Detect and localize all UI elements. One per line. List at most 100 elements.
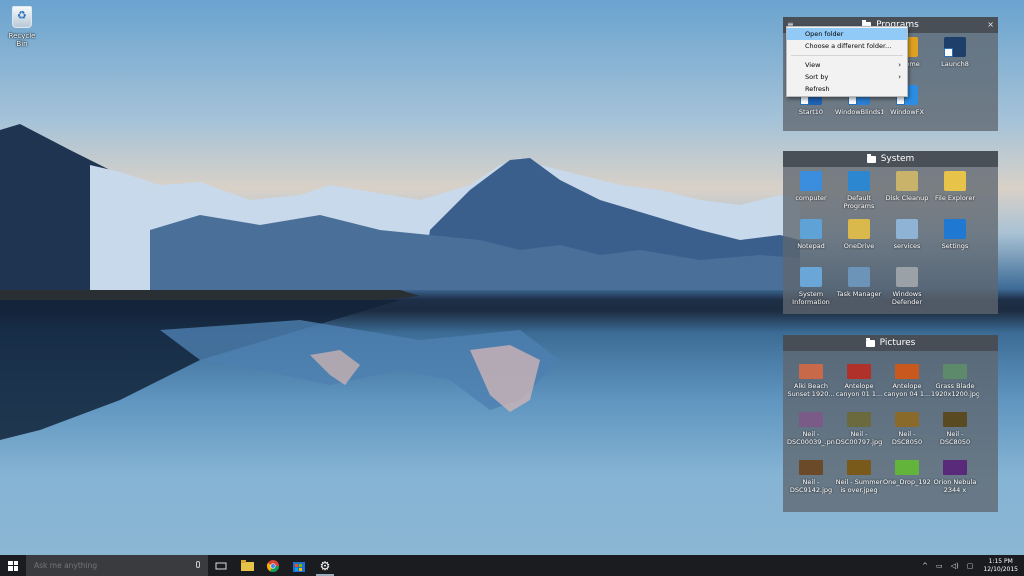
menu-item-open-folder[interactable]: Open folder bbox=[787, 28, 907, 40]
item-label: Neil - Summer is over.jpeg bbox=[835, 478, 883, 494]
system-fence-title: System bbox=[880, 154, 915, 164]
system-fence-title-bar[interactable]: System bbox=[783, 151, 998, 167]
file-explorer-button[interactable] bbox=[234, 555, 260, 576]
pictures-item-neil-summer-is-over-jpeg[interactable]: Neil - Summer is over.jpeg bbox=[835, 453, 883, 501]
item-label: Settings bbox=[941, 242, 969, 250]
start-button[interactable] bbox=[0, 555, 26, 576]
image-thumbnail-icon bbox=[895, 364, 919, 379]
pictures-item-neil-dsc9142-jpg[interactable]: Neil - DSC9142.jpg bbox=[787, 453, 835, 501]
item-label: Neil - DSC8050 2560x1600.jpg bbox=[939, 430, 971, 446]
system-tray: ^ ▭ ◁) ▢ 1:15 PM 12/10/2015 bbox=[918, 555, 1024, 576]
pictures-item-orion-nebula-2344-x-1600-jpeg[interactable]: Orion Nebula 2344 x 1600.jpeg bbox=[931, 453, 979, 501]
task-manager-icon bbox=[848, 267, 870, 287]
task-view-button[interactable] bbox=[208, 555, 234, 576]
item-label: Start10 bbox=[798, 108, 824, 116]
computer-icon bbox=[800, 171, 822, 191]
item-label: Neil - DSC9142.jpg bbox=[789, 478, 833, 494]
menu-item-view[interactable]: View › bbox=[787, 59, 907, 71]
item-label: Orion Nebula 2344 x 1600.jpeg bbox=[933, 478, 977, 494]
store-button[interactable] bbox=[286, 555, 312, 576]
pictures-item-antelope-canyon-04-1[interactable]: Antelope canyon 04 1... bbox=[883, 357, 931, 405]
image-thumbnail-icon bbox=[847, 412, 871, 427]
item-label: Launch8 bbox=[941, 60, 969, 68]
store-icon bbox=[293, 561, 305, 572]
task-view-icon bbox=[215, 562, 227, 569]
pictures-item-neil-dsc8050-2560x1600-jpg[interactable]: Neil - DSC8050 2560x1600.jpg bbox=[931, 405, 979, 453]
item-label: Windows Defender bbox=[891, 290, 923, 306]
system-fence: System computer Default Programs Disk Clea… bbox=[783, 151, 998, 314]
system-item-task-manager[interactable]: Task Manager bbox=[835, 263, 883, 311]
services-icon bbox=[896, 219, 918, 239]
image-thumbnail-icon bbox=[895, 412, 919, 427]
item-label: Neil - DSC8050 1280x800.jpg bbox=[891, 430, 923, 446]
pictures-item-neil-dsc00039-png[interactable]: Neil - DSC00039_.png bbox=[787, 405, 835, 453]
menu-item-choose-a-different-folder[interactable]: Choose a different folder... bbox=[787, 40, 907, 52]
microphone-icon[interactable] bbox=[196, 561, 200, 568]
close-icon[interactable]: × bbox=[987, 20, 994, 29]
pictures-item-one-drop-192[interactable]: One_Drop_192... bbox=[883, 453, 931, 501]
clock-date: 12/10/2015 bbox=[983, 565, 1018, 573]
menu-item-refresh[interactable]: Refresh bbox=[787, 83, 907, 95]
cortana-search-box[interactable] bbox=[26, 555, 208, 576]
clock[interactable]: 1:15 PM 12/10/2015 bbox=[983, 558, 1018, 574]
network-icon[interactable]: ▭ bbox=[936, 562, 943, 570]
settings-icon: ⚙ bbox=[319, 558, 331, 573]
system-item-settings[interactable]: Settings bbox=[931, 215, 979, 263]
menu-item-label: Sort by bbox=[805, 73, 829, 81]
system-grid: computer Default Programs Disk Cleanup File… bbox=[783, 167, 998, 311]
recycle-bin-desktop-icon[interactable]: Recycle Bin bbox=[2, 6, 42, 48]
system-item-default-programs[interactable]: Default Programs bbox=[835, 167, 883, 215]
system-item-onedrive[interactable]: OneDrive bbox=[835, 215, 883, 263]
item-label: Antelope canyon 01 1... bbox=[835, 382, 883, 398]
system-item-notepad[interactable]: Notepad bbox=[787, 215, 835, 263]
item-label: Grass Blade 1920x1200.jpg bbox=[931, 382, 979, 398]
item-label: Disk Cleanup bbox=[885, 194, 929, 202]
tray-overflow-icon[interactable]: ^ bbox=[922, 562, 928, 570]
menu-item-label: View bbox=[805, 61, 821, 69]
system-item-system-information[interactable]: System Information bbox=[787, 263, 835, 311]
default-programs-icon bbox=[848, 171, 870, 191]
image-thumbnail-icon bbox=[943, 460, 967, 475]
system-information-icon bbox=[800, 267, 822, 287]
item-label: System Information bbox=[792, 290, 830, 306]
image-thumbnail-icon bbox=[943, 412, 967, 427]
item-label: WindowFX bbox=[890, 108, 924, 116]
system-item-windows-defender[interactable]: Windows Defender bbox=[883, 263, 931, 311]
system-item-disk-cleanup[interactable]: Disk Cleanup bbox=[883, 167, 931, 215]
image-thumbnail-icon bbox=[799, 364, 823, 379]
system-item-computer[interactable]: computer bbox=[787, 167, 835, 215]
search-input[interactable] bbox=[34, 561, 184, 570]
item-label: Notepad bbox=[797, 242, 825, 250]
chrome-button[interactable] bbox=[260, 555, 286, 576]
system-item-file-explorer[interactable]: File Explorer bbox=[931, 167, 979, 215]
pictures-item-neil-dsc8050-1280x800-jpg[interactable]: Neil - DSC8050 1280x800.jpg bbox=[883, 405, 931, 453]
item-label: File Explorer bbox=[934, 194, 975, 202]
pictures-fence-title: Pictures bbox=[879, 338, 916, 348]
item-label: One_Drop_192... bbox=[883, 478, 931, 486]
pictures-item-neil-dsc00797-jpg[interactable]: Neil - DSC00797.jpg bbox=[835, 405, 883, 453]
pictures-item-antelope-canyon-01-1[interactable]: Antelope canyon 01 1... bbox=[835, 357, 883, 405]
menu-item-label: Open folder bbox=[805, 30, 844, 38]
pictures-grid: Alki Beach Sunset 1920... Antelope canyon… bbox=[783, 351, 998, 501]
file-explorer-icon bbox=[944, 171, 966, 191]
menu-item-sort-by[interactable]: Sort by › bbox=[787, 71, 907, 83]
item-label: WindowBlinds10 bbox=[835, 108, 883, 116]
programs-item-launch8[interactable]: Launch8 bbox=[931, 33, 979, 81]
taskbar: ⚙ ^ ▭ ◁) ▢ 1:15 PM 12/10/2015 bbox=[0, 555, 1024, 576]
pictures-fence-title-bar[interactable]: Pictures bbox=[783, 335, 998, 351]
action-center-icon[interactable]: ▢ bbox=[967, 562, 974, 570]
item-label: computer bbox=[795, 194, 827, 202]
onedrive-icon bbox=[848, 219, 870, 239]
volume-icon[interactable]: ◁) bbox=[951, 562, 959, 570]
image-thumbnail-icon bbox=[847, 460, 871, 475]
pictures-item-alki-beach-sunset-1920[interactable]: Alki Beach Sunset 1920... bbox=[787, 357, 835, 405]
fence-context-menu: Open folder Choose a different folder... V… bbox=[786, 26, 908, 97]
settings-button[interactable]: ⚙ bbox=[312, 555, 338, 576]
submenu-arrow-icon: › bbox=[898, 73, 901, 81]
submenu-arrow-icon: › bbox=[898, 61, 901, 69]
pictures-item-grass-blade-1920x1200-jpg[interactable]: Grass Blade 1920x1200.jpg bbox=[931, 357, 979, 405]
launch8-icon bbox=[944, 37, 966, 57]
system-item-services[interactable]: services bbox=[883, 215, 931, 263]
item-label: services bbox=[893, 242, 921, 250]
menu-item-label: Choose a different folder... bbox=[805, 42, 892, 50]
